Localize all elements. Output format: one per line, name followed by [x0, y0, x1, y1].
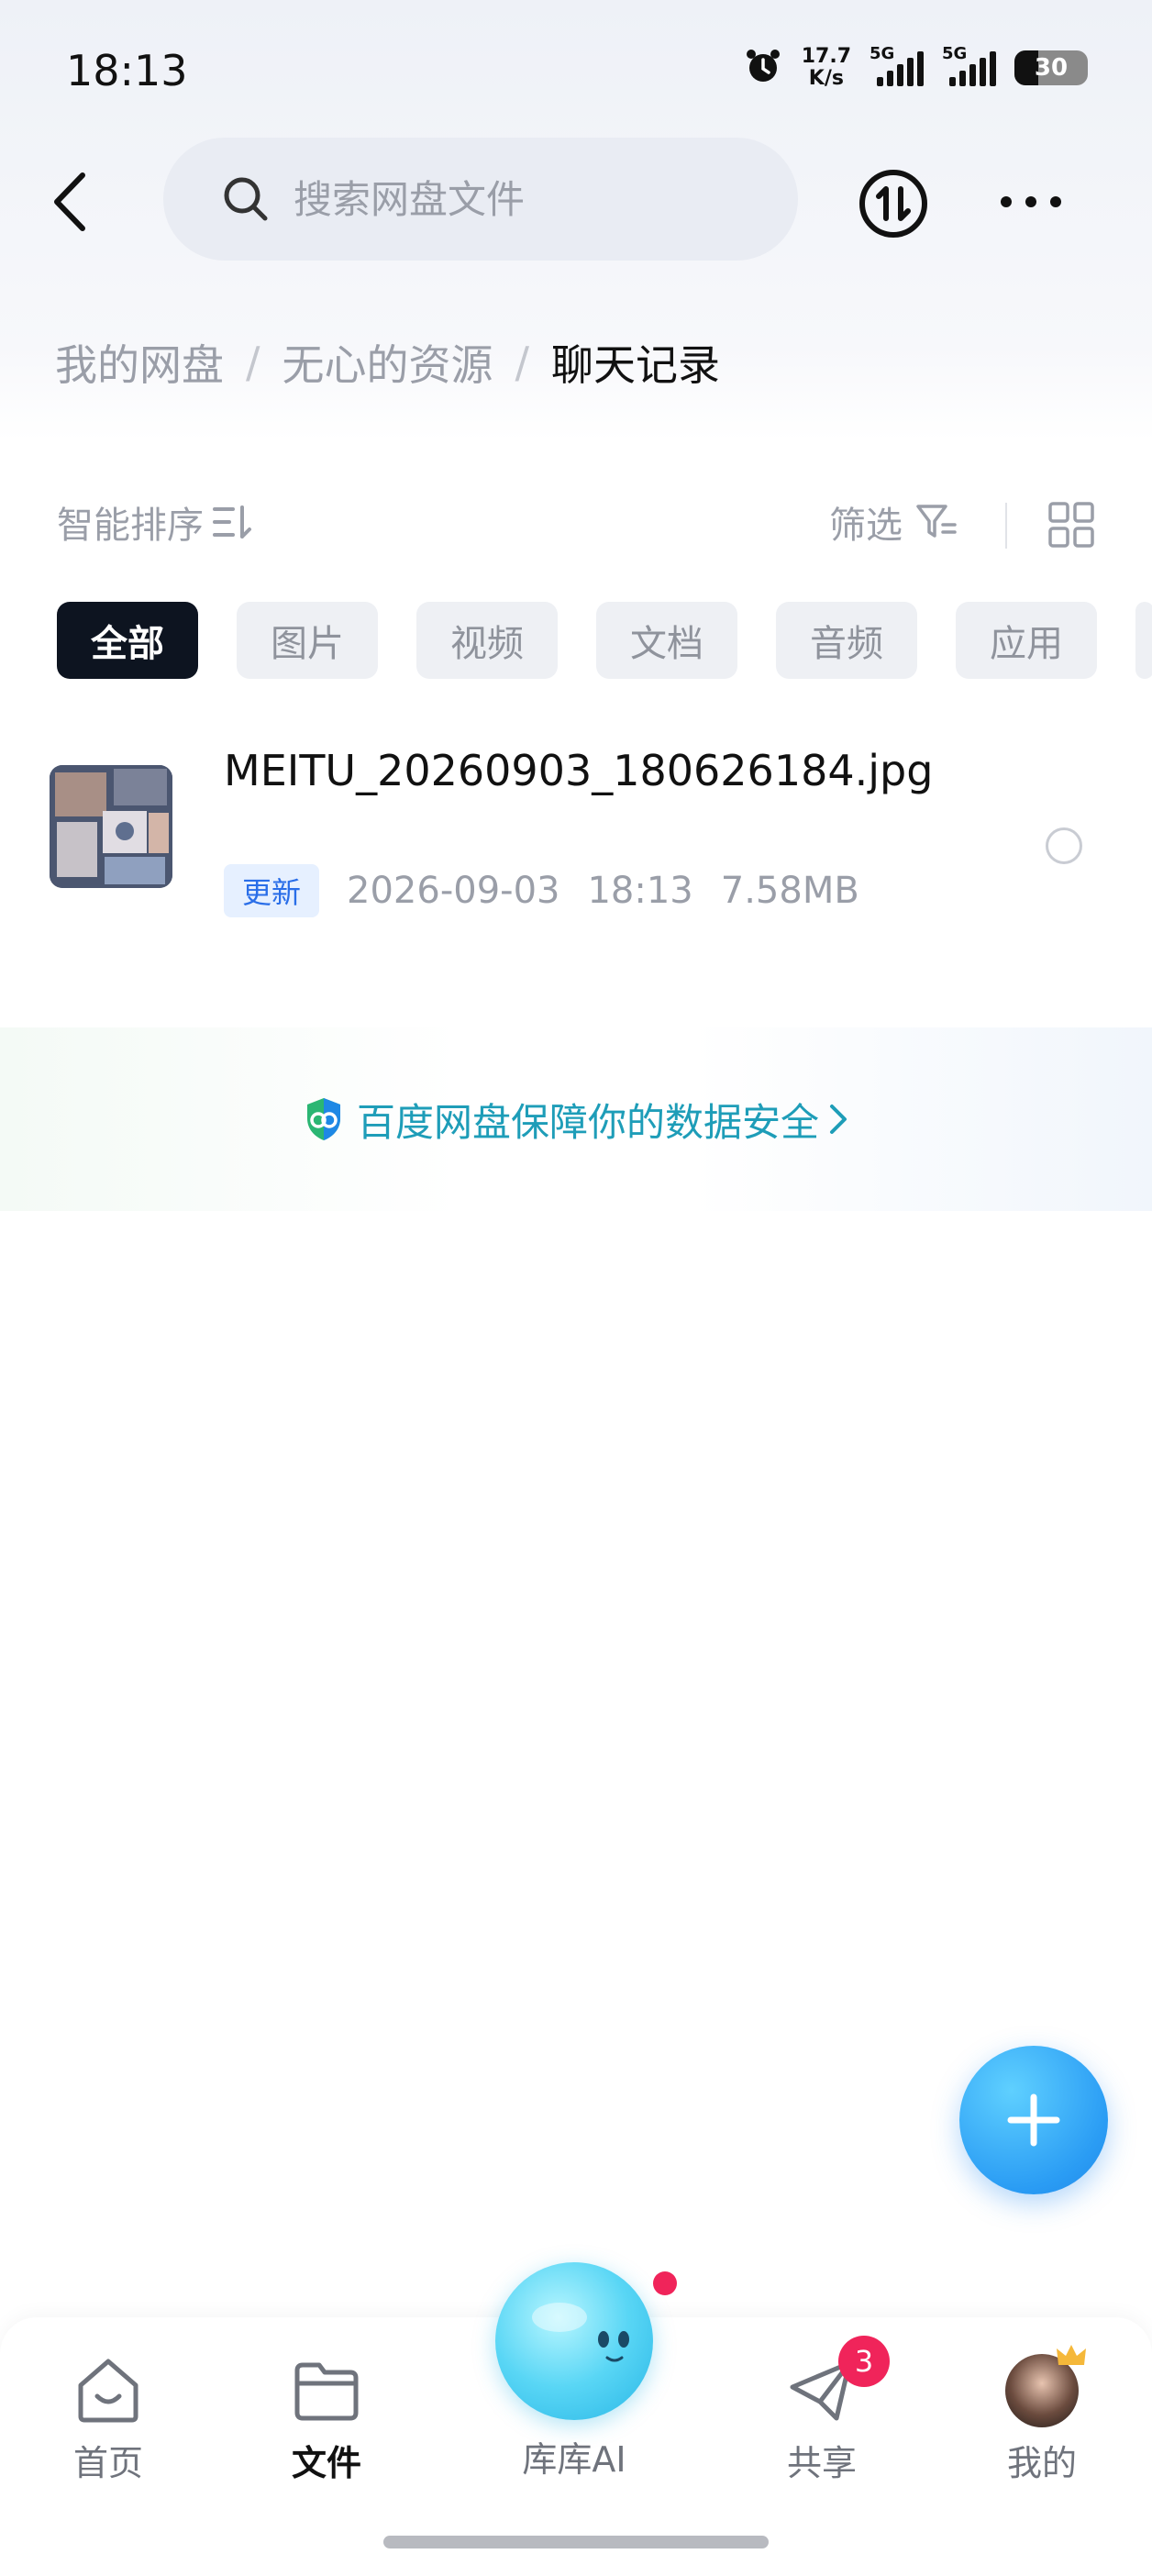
- breadcrumb-item-current: 聊天记录: [551, 340, 720, 390]
- update-badge: 更新: [224, 864, 320, 917]
- transfer-icon: [859, 170, 927, 238]
- file-select-checkbox[interactable]: [1046, 827, 1082, 864]
- security-banner[interactable]: 百度网盘保障你的数据安全: [0, 1027, 1152, 1211]
- tab-videos[interactable]: 视频: [416, 602, 558, 679]
- file-name: MEITU_20260903_180626184.jpg: [224, 746, 934, 795]
- category-tabs: 全部 图片 视频 文档 音频 应用: [57, 602, 1152, 679]
- filter-icon: [916, 505, 957, 538]
- file-list-item[interactable]: MEITU_20260903_180626184.jpg 更新 2026-09-…: [0, 743, 1152, 954]
- battery-level: 30: [1034, 54, 1069, 82]
- battery-icon: 30: [1014, 50, 1088, 85]
- sim2-label: 5G: [942, 44, 968, 63]
- nav-profile-label: 我的: [1006, 2443, 1077, 2483]
- nav-ai-label: 库库AI: [522, 2439, 626, 2480]
- network-speed: 17.7 K/s: [802, 46, 851, 90]
- sort-button[interactable]: 智能排序: [57, 495, 253, 549]
- tab-apps[interactable]: 应用: [956, 602, 1097, 679]
- shield-icon: [306, 1098, 340, 1140]
- notification-dot: [653, 2271, 677, 2295]
- search-input[interactable]: [292, 175, 736, 223]
- sim1-label: 5G: [870, 44, 895, 63]
- avatar: [1005, 2345, 1086, 2427]
- tab-documents[interactable]: 文档: [596, 602, 737, 679]
- sort-label: 智能排序: [57, 505, 204, 547]
- home-indicator[interactable]: [383, 2536, 769, 2548]
- chevron-left-icon: [54, 172, 85, 231]
- status-bar: 18:13 17.7 K/s 5G 5G 30: [0, 0, 1152, 128]
- filter-label: 筛选: [829, 505, 903, 547]
- file-date: 2026-09-03: [347, 870, 560, 912]
- grid-view-icon: [1048, 502, 1094, 548]
- tab-audio[interactable]: 音频: [776, 602, 917, 679]
- nav-home-label: 首页: [72, 2443, 143, 2483]
- status-icons: 17.7 K/s 5G 5G 30: [743, 44, 1088, 90]
- status-time: 18:13: [66, 46, 188, 95]
- more-button[interactable]: [996, 174, 1066, 229]
- chevron-right-icon: [830, 1105, 847, 1134]
- nav-files-label: 文件: [291, 2443, 361, 2483]
- nav-files[interactable]: 文件: [235, 2354, 418, 2485]
- breadcrumb-separator: /: [246, 338, 260, 387]
- signal-sim1-icon: 5G: [870, 44, 924, 86]
- search-bar[interactable]: [163, 138, 798, 261]
- sort-filter-row: 智能排序 筛选: [0, 495, 1152, 560]
- tab-all[interactable]: 全部: [57, 602, 198, 679]
- nav-home[interactable]: 首页: [17, 2354, 200, 2485]
- file-size: 7.58MB: [720, 870, 859, 912]
- more-icon: [1001, 196, 1061, 207]
- search-icon: [222, 175, 270, 223]
- transfer-button[interactable]: [857, 167, 930, 240]
- file-time: 18:13: [587, 870, 693, 912]
- tab-more[interactable]: [1135, 602, 1152, 679]
- nav-profile[interactable]: 我的: [950, 2345, 1134, 2485]
- plus-icon: [1007, 2093, 1060, 2147]
- filter-button[interactable]: 筛选: [829, 495, 958, 549]
- back-button[interactable]: [39, 165, 103, 239]
- signal-sim2-icon: 5G: [942, 44, 996, 86]
- ai-orb-icon: [532, 2303, 629, 2362]
- alarm-icon: [743, 46, 783, 90]
- breadcrumb-item-root[interactable]: 我的网盘: [55, 332, 224, 393]
- breadcrumb-separator: /: [515, 338, 530, 387]
- file-meta: 更新 2026-09-03 18:13 7.58MB: [224, 864, 859, 917]
- breadcrumb: 我的网盘 / 无心的资源 / 聊天记录: [55, 332, 720, 393]
- file-thumbnail: [50, 765, 172, 888]
- toolbar-divider: [1005, 503, 1007, 549]
- ai-assistant-button[interactable]: [495, 2262, 653, 2420]
- nav-share-label: 共享: [786, 2443, 857, 2483]
- network-speed-unit: K/s: [808, 67, 844, 90]
- home-icon: [78, 2359, 138, 2423]
- network-speed-value: 17.7: [801, 45, 851, 68]
- sort-icon: [213, 505, 251, 539]
- share-count-badge: 3: [838, 2336, 890, 2387]
- grid-view-button[interactable]: [1047, 501, 1095, 552]
- page: 18:13 17.7 K/s 5G 5G 30 搜索网盘文件 我的网盘 / 无心…: [0, 0, 1152, 2576]
- file-list-card: 智能排序 筛选 全部 图片 视频 文档 音频 应用 MEITU_20260903…: [0, 440, 1152, 2576]
- folder-icon: [294, 2362, 359, 2421]
- tab-images[interactable]: 图片: [237, 602, 378, 679]
- add-button[interactable]: [959, 2046, 1108, 2194]
- crown-icon: [1057, 2345, 1086, 2365]
- breadcrumb-item-parent[interactable]: 无心的资源: [282, 332, 493, 393]
- security-banner-text: 百度网盘保障你的数据安全: [356, 1099, 819, 1145]
- header: [0, 138, 1152, 266]
